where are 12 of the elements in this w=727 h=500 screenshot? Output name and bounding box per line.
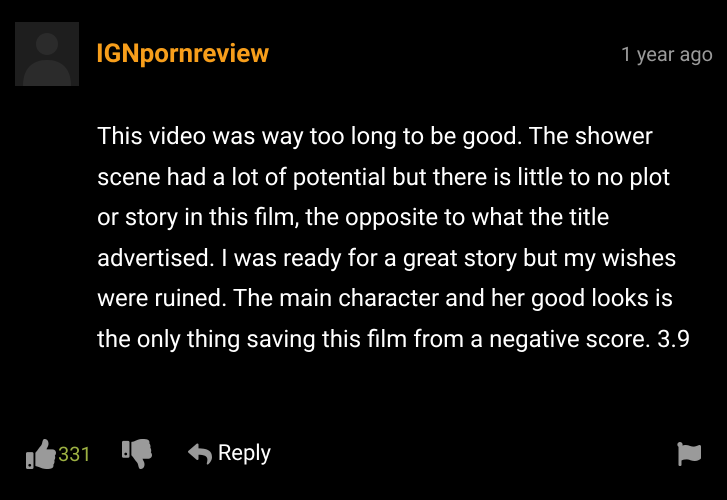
- thumbs-up-icon: [26, 438, 56, 468]
- dislike-button[interactable]: [122, 438, 152, 468]
- reply-label: Reply: [218, 440, 272, 468]
- username[interactable]: IGNpornreview: [96, 34, 270, 74]
- timestamp: 1 year ago: [620, 41, 713, 68]
- flag-button[interactable]: [677, 440, 701, 468]
- like-button[interactable]: 331: [26, 438, 92, 468]
- like-count: 331: [58, 440, 92, 468]
- avatar-icon: [15, 22, 79, 86]
- reply-icon: [186, 442, 214, 466]
- comment-text: This video was way too long to be good. The shower scene had a lot of potential but there is little to no plot or story in this film, the opposite to what the title advertised. I was ready for a great story but my wishes were ruined. The main character and her good looks is the only thing saving this film from a negative score. 3.9: [97, 121, 692, 354]
- reply-button[interactable]: Reply: [186, 437, 272, 470]
